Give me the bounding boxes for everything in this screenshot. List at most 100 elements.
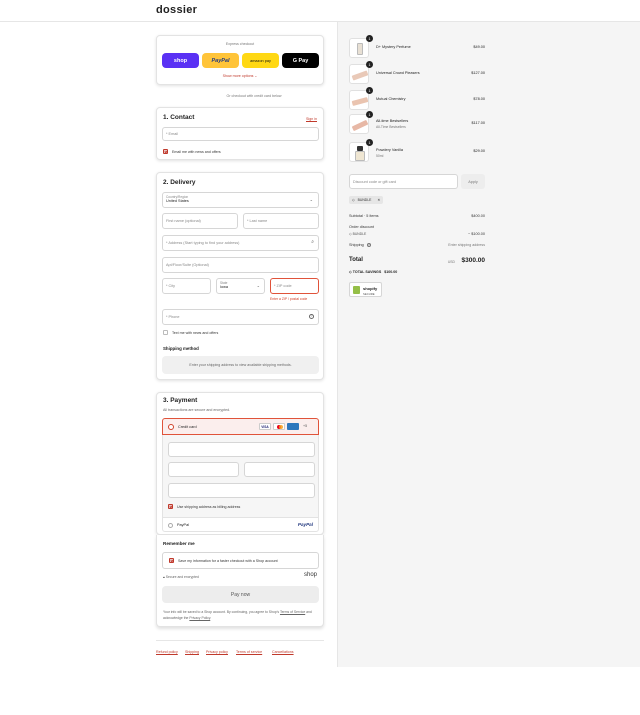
card-details-panel: Use shipping address as billing address xyxy=(162,435,319,517)
country-select[interactable]: Country/Region United States ⌄ xyxy=(162,192,319,208)
legal-pre: Your info will be saved to a Shop accoun… xyxy=(163,610,280,614)
save-info-checkbox[interactable] xyxy=(169,558,174,563)
email-field[interactable]: * Email xyxy=(162,127,319,141)
help-icon[interactable]: ? xyxy=(366,243,371,247)
paypal-radio[interactable] xyxy=(168,522,173,528)
shopify-badge-title: shopify xyxy=(363,285,378,291)
quantity-badge: 1 xyxy=(366,61,373,68)
state-select[interactable]: State Iowa ⌄ xyxy=(216,278,265,294)
shipping-row: Shipping ? Enter shipping address xyxy=(349,243,485,247)
shipping-method-title: Shipping method xyxy=(163,346,199,351)
product-thumbnail xyxy=(349,90,369,110)
subtotal-value: $400.00 xyxy=(471,214,485,218)
footer-divider xyxy=(156,640,324,641)
discount-tag: ◇ BUNDLE ✕ xyxy=(349,196,384,204)
email-news-checkbox[interactable] xyxy=(163,149,168,154)
line-item: 1 Mutual Chemistry $78.00 xyxy=(349,87,485,112)
product-thumbnail xyxy=(349,64,369,84)
contact-card: 1. Contact Sign in * Email Email me with… xyxy=(156,107,324,160)
total-savings-value: $100.00 xyxy=(384,270,398,274)
shop-logo: shop xyxy=(303,572,317,578)
currency-code: USD xyxy=(447,259,455,264)
show-more-options-link[interactable]: Show more options ⌄ xyxy=(157,74,323,78)
apply-discount-button[interactable]: Apply xyxy=(461,174,485,189)
first-name-field[interactable]: First name (optional) xyxy=(162,213,238,229)
legal-end: . xyxy=(210,616,212,620)
discount-value: − $100.00 xyxy=(468,232,485,236)
card-number-field[interactable] xyxy=(168,442,315,457)
save-info-box[interactable]: Save my information for a faster checkou… xyxy=(162,552,319,569)
privacy-policy-link[interactable]: Privacy policy xyxy=(206,650,228,654)
country-value: United States xyxy=(166,199,189,203)
help-icon[interactable]: ? xyxy=(309,313,314,319)
contact-title: 1. Contact xyxy=(163,114,195,121)
credit-card-option[interactable]: Credit card VISA +5 xyxy=(162,418,319,435)
total-savings-label: TOTAL SAVINGS xyxy=(352,270,382,274)
google-pay-button[interactable]: G Pay xyxy=(282,53,319,68)
apt-field[interactable]: Apt/Floor/Suite (Optional) xyxy=(162,257,319,273)
chevron-down-icon: ⌄ xyxy=(256,283,260,288)
item-name: Universal Crowd Pleasers xyxy=(376,71,420,75)
cancellations-link[interactable]: Cancellations xyxy=(272,650,294,654)
secure-label: Secure and encrypted xyxy=(165,575,199,579)
discount-code-label: BUNDLE xyxy=(352,232,367,236)
delivery-title: 2. Delivery xyxy=(163,179,196,186)
expiry-field[interactable] xyxy=(168,462,239,477)
secure-text: 🔒︎ Secure and encrypted xyxy=(163,575,199,579)
remember-me-title: Remember me xyxy=(163,541,195,546)
store-logo[interactable]: dossier xyxy=(156,4,197,16)
text-news-label: Text me with news and offers xyxy=(172,331,219,335)
total-row: Total USD $300.00 xyxy=(349,257,485,267)
remove-discount-icon[interactable]: ✕ xyxy=(377,198,380,202)
last-name-field[interactable]: * Last name xyxy=(243,213,319,229)
total-label: Total xyxy=(349,257,363,263)
item-name: D+ Mystery Perfume xyxy=(376,45,411,49)
item-price: $127.00 xyxy=(471,71,485,75)
zip-field[interactable]: * ZIP code xyxy=(270,278,319,294)
sign-in-link[interactable]: Sign in xyxy=(306,117,317,121)
name-on-card-field[interactable] xyxy=(168,483,315,498)
text-news-checkbox[interactable] xyxy=(163,330,168,335)
security-code-field[interactable] xyxy=(244,462,315,477)
refund-policy-link[interactable]: Refund policy xyxy=(156,650,178,654)
lock-icon: 🔒︎ xyxy=(163,575,165,579)
order-discount-label: Order discount xyxy=(349,225,374,229)
discount-code-field[interactable]: Discount code or gift card xyxy=(349,174,458,189)
total-value: $300.00 xyxy=(461,257,486,264)
payment-card: 3. Payment All transactions are secure a… xyxy=(156,392,324,535)
pay-now-button[interactable]: Pay now xyxy=(162,586,319,603)
quantity-badge: 1 xyxy=(366,139,373,146)
shopify-secure-badge: shopify SECURE xyxy=(349,282,382,297)
paypal-option[interactable]: PayPal PayPal xyxy=(162,517,319,532)
chevron-down-icon: ⌄ xyxy=(254,74,258,78)
paypal-option-label: PayPal xyxy=(177,522,190,527)
address-field[interactable]: * Address (Start typing to find your add… xyxy=(162,235,319,251)
privacy-link[interactable]: Privacy Policy xyxy=(189,616,210,620)
shipping-link[interactable]: Shipping xyxy=(185,650,199,654)
header-bar: dossier xyxy=(0,0,640,22)
legal-text: Your info will be saved to a Shop accoun… xyxy=(163,609,319,621)
total-savings-row: ◇ TOTAL SAVINGS $100.00 xyxy=(349,270,485,274)
line-item: 1 All-time Bestsellers All-Time Bestsell… xyxy=(349,111,485,136)
item-name: All-time Bestsellers xyxy=(376,119,409,123)
city-field[interactable]: * City xyxy=(162,278,211,294)
phone-field[interactable]: * Phone ? xyxy=(162,309,319,325)
terms-of-service-link[interactable]: Terms of service xyxy=(236,650,262,654)
phone-placeholder: * Phone xyxy=(166,315,180,319)
paypal-logo: PayPal xyxy=(297,521,313,527)
delivery-card: 2. Delivery Country/Region United States… xyxy=(156,172,324,380)
shopify-bag-icon xyxy=(353,286,360,294)
billing-same-checkbox[interactable] xyxy=(168,504,173,509)
paypal-button[interactable]: PayPal xyxy=(202,53,239,68)
mastercard-icon xyxy=(273,423,285,430)
shipping-method-placeholder: Enter your shipping address to view avai… xyxy=(162,356,319,374)
item-name: Powdery Vanilla xyxy=(376,148,403,152)
shop-pay-button[interactable]: shop xyxy=(162,53,199,68)
email-news-label: Email me with news and offers xyxy=(172,149,221,154)
credit-card-label: Credit card xyxy=(178,424,197,429)
amazon-pay-button[interactable]: amazon pay xyxy=(242,53,279,68)
terms-link[interactable]: Terms of Service xyxy=(280,610,305,614)
credit-card-radio[interactable] xyxy=(168,424,174,430)
quantity-badge: 1 xyxy=(366,87,373,94)
item-price: $117.00 xyxy=(471,121,485,125)
